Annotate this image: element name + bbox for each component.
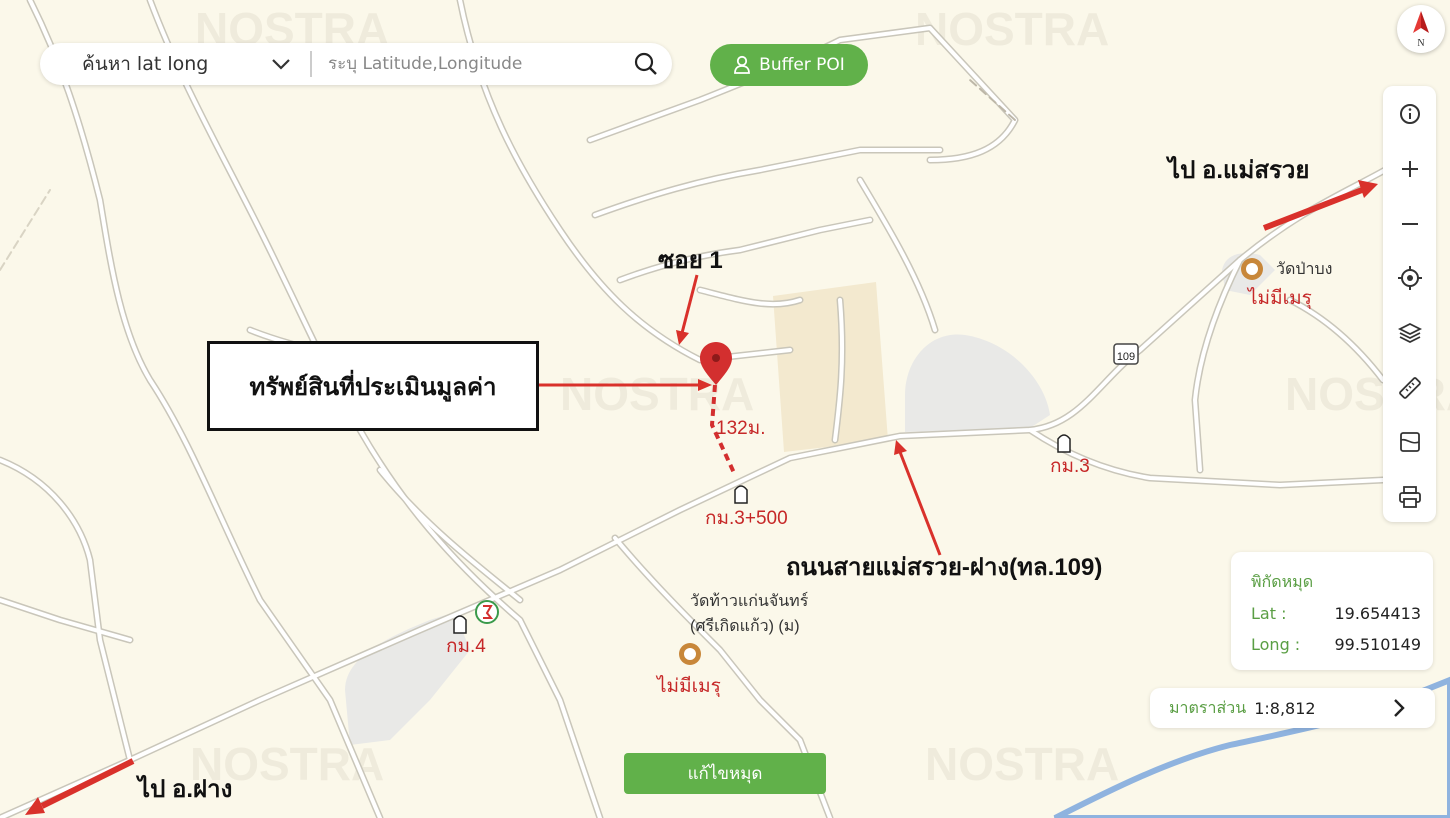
map-mode-icon: [1399, 432, 1420, 452]
scale-value: 1:8,812: [1254, 698, 1316, 718]
search-icon: [634, 52, 657, 75]
temple-status-label: ไม่มีเมรุ: [655, 675, 721, 698]
property-callout-label: ทรัพย์สินที่ประเมินมูลค่า: [249, 372, 497, 401]
svg-text:109: 109: [1117, 351, 1135, 363]
temple-name-label: วัดท้าวแก่นจันทร์: [690, 591, 809, 610]
compass-button[interactable]: N: [1397, 5, 1445, 53]
ruler-icon: [1398, 377, 1421, 399]
zoom-in-icon: [1401, 161, 1418, 177]
temple-status-label: ไม่มีเมรุ: [1246, 287, 1312, 310]
compass-icon: N: [1413, 11, 1429, 49]
chevron-right-icon[interactable]: [1389, 696, 1409, 720]
road-annotation: ถนนสายแม่สรวย-ฝาง(ทล.109): [786, 554, 1102, 581]
svg-text:NOSTRA: NOSTRA: [560, 368, 754, 420]
search-input[interactable]: [312, 42, 620, 86]
map-mode-button[interactable]: [1383, 420, 1436, 464]
temple-name-label: วัดป่าบง: [1276, 261, 1332, 278]
lat-value: 19.654413: [1334, 604, 1421, 623]
zoom-out-icon: [1401, 223, 1418, 225]
info-button[interactable]: [1383, 92, 1436, 136]
building-area: [773, 282, 888, 452]
zoom-in-button[interactable]: [1383, 147, 1436, 191]
long-label: Long :: [1251, 635, 1301, 654]
print-button[interactable]: [1383, 475, 1436, 519]
locate-icon: [1397, 266, 1422, 290]
km-label: กม.4: [446, 636, 486, 657]
lat-label: Lat :: [1251, 604, 1287, 623]
direction-annotation: ไป อ.ฝาง: [135, 774, 232, 803]
search-bar: ค้นหา lat long: [40, 42, 672, 86]
long-row: Long : 99.510149: [1251, 635, 1421, 654]
km-label: กม.3+500: [705, 508, 788, 529]
map-toolbar: [1383, 86, 1436, 522]
coordinates-title: พิกัดหมุด: [1251, 572, 1314, 591]
buffer-poi-label: Buffer POI: [759, 55, 845, 75]
info-icon: [1399, 104, 1420, 124]
user-icon: [734, 55, 751, 74]
edit-pin-button[interactable]: แก้ไขหมุด: [624, 753, 826, 794]
svg-text:NOSTRA: NOSTRA: [925, 738, 1119, 790]
soi-annotation: ซอย 1: [658, 247, 723, 274]
distance-label: 132ม.: [716, 418, 766, 439]
chevron-down-icon: [272, 59, 290, 70]
direction-annotation: ไป อ.แม่สรวย: [1165, 155, 1309, 184]
lat-row: Lat : 19.654413: [1251, 604, 1421, 623]
svg-text:N: N: [1417, 38, 1424, 49]
km-label: กม.3: [1050, 456, 1090, 477]
long-value: 99.510149: [1334, 635, 1421, 654]
scale-panel[interactable]: มาตราส่วน 1:8,812: [1150, 688, 1435, 728]
print-icon: [1398, 486, 1421, 508]
edit-pin-label: แก้ไขหมุด: [687, 764, 763, 784]
scale-label: มาตราส่วน: [1169, 697, 1247, 717]
layers-icon: [1397, 322, 1422, 344]
locate-button[interactable]: [1383, 256, 1436, 300]
search-button[interactable]: [620, 43, 672, 85]
buffer-poi-button[interactable]: Buffer POI: [710, 44, 868, 86]
layers-button[interactable]: [1383, 311, 1436, 355]
property-callout: ทรัพย์สินที่ประเมินมูลค่า: [207, 341, 539, 431]
search-type-dropdown[interactable]: ค้นหา lat long: [40, 43, 310, 85]
zoom-out-button[interactable]: [1383, 202, 1436, 246]
road-shield-icon: 109: [1113, 343, 1139, 365]
temple-name-label: (ศรีเกิดแก้ว) (ม): [690, 617, 800, 635]
search-type-label: ค้นหา lat long: [82, 53, 209, 75]
measure-button[interactable]: [1383, 366, 1436, 410]
coordinates-panel: พิกัดหมุด Lat : 19.654413 Long : 99.5101…: [1231, 552, 1433, 670]
hospital-icon: [475, 600, 499, 624]
